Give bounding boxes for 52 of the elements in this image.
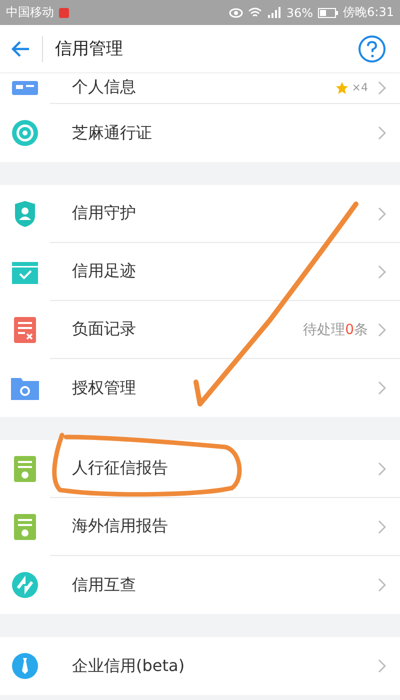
- notification-icon: [59, 8, 69, 18]
- page-title: 信用管理: [55, 38, 123, 60]
- chevron-right-icon: [378, 322, 386, 336]
- menu-item-label: 授权管理: [72, 378, 136, 398]
- chevron-right-icon: [378, 578, 386, 592]
- menu-item[interactable]: 企业信用(beta): [0, 637, 400, 695]
- report-icon: [14, 514, 36, 540]
- star-count: ×4: [352, 81, 368, 94]
- exchange-icon: [11, 571, 39, 599]
- clock: 傍晚6:31: [343, 4, 394, 21]
- pending-count: 待处理0条: [303, 320, 368, 338]
- battery-percent: 36%: [286, 6, 314, 20]
- menu-item-label: 信用互查: [72, 574, 136, 596]
- menu-item[interactable]: 海外信用报告: [0, 498, 400, 556]
- report-icon: [14, 456, 36, 482]
- star-icon: [336, 82, 348, 94]
- battery-icon: [318, 8, 338, 18]
- id-card-icon: [12, 81, 38, 95]
- chevron-right-icon: [378, 206, 386, 220]
- menu-item[interactable]: 信用守护: [0, 185, 400, 243]
- menu-item-label: 负面记录: [72, 319, 136, 340]
- menu-item-label: 个人信息: [72, 77, 136, 98]
- menu-item[interactable]: 人行征信报告: [0, 440, 400, 498]
- chevron-right-icon: [378, 462, 386, 476]
- document-icon: [14, 317, 36, 343]
- menu-item[interactable]: 信用互查: [0, 556, 400, 614]
- menu-item-label: 信用守护: [72, 203, 136, 224]
- wifi-icon: [248, 7, 262, 18]
- chevron-right-icon: [378, 520, 386, 534]
- menu-item-label: 海外信用报告: [72, 516, 168, 537]
- shield-icon: [13, 200, 37, 228]
- menu-item[interactable]: 授权管理: [0, 359, 400, 417]
- signal-icon: [267, 7, 282, 18]
- tie-icon: [11, 652, 39, 680]
- menu-item-label: 人行征信报告: [72, 458, 168, 479]
- menu-item[interactable]: 芝麻通行证: [0, 104, 400, 162]
- eye-icon: [229, 8, 244, 18]
- menu-item-label: 企业信用(beta): [72, 656, 185, 676]
- chevron-right-icon: [378, 659, 386, 673]
- menu-item[interactable]: 负面记录 待处理0条: [0, 301, 400, 359]
- chevron-right-icon: [378, 126, 386, 140]
- chevron-right-icon: [378, 381, 386, 395]
- menu-item[interactable]: 信用足迹: [0, 243, 400, 301]
- menu-item-label: 芝麻通行证: [72, 122, 152, 144]
- calendar-icon: [12, 260, 38, 284]
- menu-item-label: 信用足迹: [72, 261, 136, 282]
- chevron-right-icon: [378, 80, 386, 94]
- target-icon: [11, 119, 39, 147]
- menu-item[interactable]: 个人信息 ×4: [0, 72, 400, 104]
- carrier-name: 中国移动: [6, 4, 54, 21]
- chevron-right-icon: [378, 264, 386, 278]
- folder-icon: [11, 376, 39, 400]
